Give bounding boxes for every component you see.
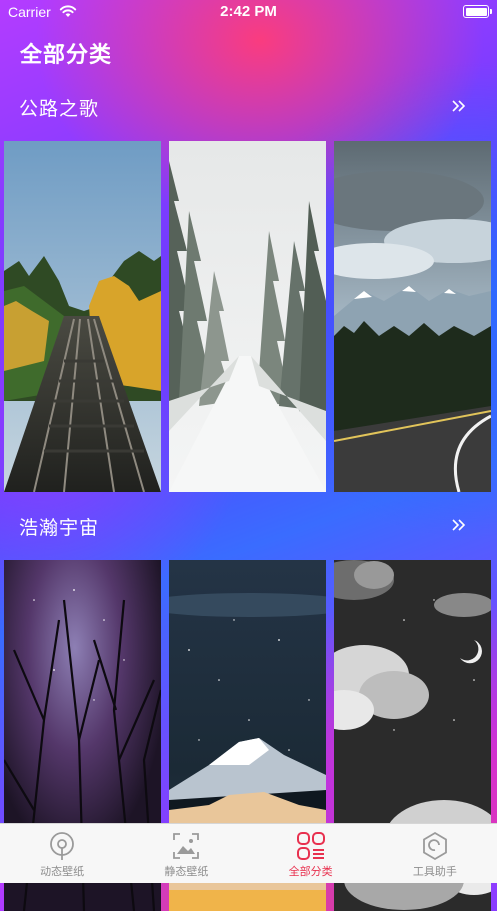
tab-label: 全部分类 <box>288 865 333 878</box>
battery-icon <box>463 5 492 18</box>
image-icon <box>173 833 200 859</box>
wallpaper-thumbnail[interactable] <box>4 141 161 492</box>
section-title-universe: 浩瀚宇宙 <box>19 517 100 539</box>
railway-forest-image <box>4 141 161 492</box>
wallpaper-thumbnail[interactable] <box>169 141 326 492</box>
status-bar: Carrier 2:42 PM <box>0 0 497 28</box>
tools-icon <box>422 831 447 861</box>
tab-tools[interactable]: 工具助手 <box>373 824 497 883</box>
tab-live-wallpaper[interactable]: 动态壁纸 <box>0 824 124 883</box>
section-title-road: 公路之歌 <box>19 98 100 120</box>
double-chevron-right-icon[interactable] <box>451 517 467 533</box>
double-chevron-right-icon[interactable] <box>451 98 467 114</box>
wallpaper-thumbnail[interactable] <box>334 141 491 492</box>
category-grid-icon <box>296 832 325 860</box>
tab-label: 工具助手 <box>412 865 457 878</box>
tab-label: 静态壁纸 <box>164 865 209 878</box>
mountain-highway-image <box>334 141 491 492</box>
wallpaper-grid-road <box>4 141 491 492</box>
page-title: 全部分类 <box>20 43 113 68</box>
clock: 2:42 PM <box>220 3 277 20</box>
snowy-forest-image <box>169 141 326 492</box>
tab-bar: 动态壁纸 静态壁纸 全部分类 工具助手 <box>0 823 497 883</box>
tab-all-categories[interactable]: 全部分类 <box>249 824 373 883</box>
tab-static-wallpaper[interactable]: 静态壁纸 <box>124 824 248 883</box>
live-wallpaper-icon <box>50 832 75 860</box>
tab-label: 动态壁纸 <box>40 865 85 878</box>
